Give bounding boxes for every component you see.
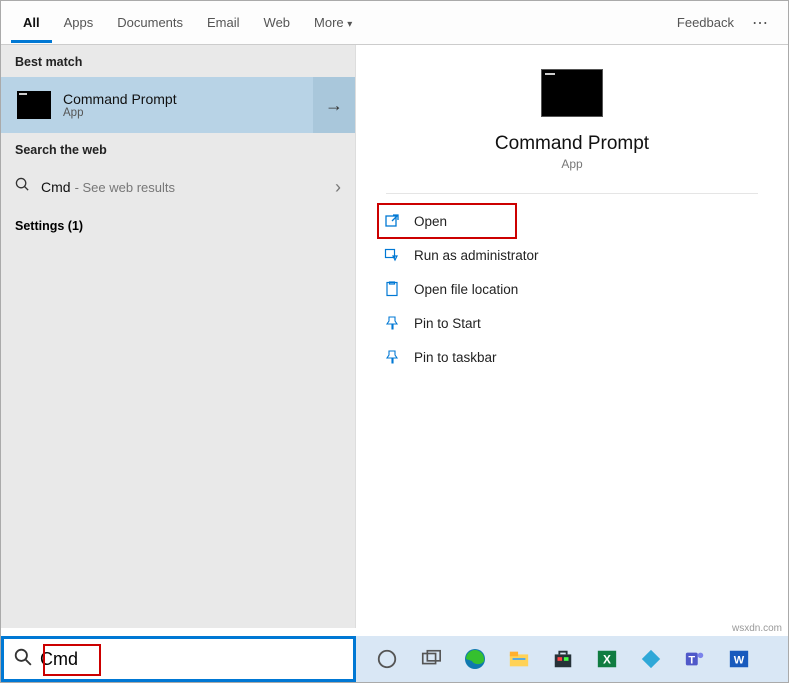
search-box[interactable]: [1, 636, 356, 682]
chevron-right-icon: ›: [335, 177, 341, 198]
search-icon: [14, 648, 32, 671]
action-open[interactable]: Open: [378, 204, 516, 238]
command-prompt-icon: [541, 69, 603, 117]
result-title: Command Prompt: [63, 91, 177, 107]
cortana-icon[interactable]: [374, 646, 400, 672]
svg-text:T: T: [688, 655, 695, 667]
preview-title: Command Prompt: [495, 133, 649, 155]
search-web-heading: Search the web: [1, 133, 355, 165]
taskbar: X T W: [356, 636, 788, 682]
web-hint-text: - See web results: [75, 180, 175, 195]
action-run-admin[interactable]: Run as administrator: [384, 238, 760, 272]
web-result-row[interactable]: Cmd - See web results ›: [1, 165, 355, 209]
result-subtitle: App: [63, 107, 177, 119]
edge-icon[interactable]: [462, 646, 488, 672]
web-query-text: Cmd: [41, 179, 71, 195]
admin-icon: [384, 247, 400, 263]
word-icon[interactable]: W: [726, 646, 752, 672]
action-label: Open: [414, 214, 447, 229]
svg-text:X: X: [603, 653, 611, 667]
action-label: Pin to taskbar: [414, 350, 497, 365]
teams-icon[interactable]: T: [682, 646, 708, 672]
chevron-down-icon: ▾: [347, 19, 352, 30]
tab-apps[interactable]: Apps: [52, 3, 106, 43]
task-view-icon[interactable]: [418, 646, 444, 672]
open-icon: [384, 213, 400, 229]
action-open-location[interactable]: Open file location: [384, 272, 760, 306]
pin-icon: [384, 315, 400, 331]
pin-icon: [384, 349, 400, 365]
action-label: Open file location: [414, 282, 518, 297]
overflow-menu-icon[interactable]: ⋯: [744, 13, 778, 33]
watermark: wsxdn.com: [732, 623, 782, 634]
preview-panel: Command Prompt App Open Run as administr…: [356, 45, 788, 628]
results-panel: Best match Command Prompt App → Search t…: [1, 45, 356, 628]
search-input[interactable]: [40, 644, 353, 674]
folder-icon: [384, 281, 400, 297]
store-icon[interactable]: [550, 646, 576, 672]
settings-heading[interactable]: Settings (1): [1, 209, 355, 243]
best-match-heading: Best match: [1, 45, 355, 77]
action-pin-taskbar[interactable]: Pin to taskbar: [384, 340, 760, 374]
feedback-link[interactable]: Feedback: [667, 15, 744, 30]
tab-all[interactable]: All: [11, 3, 52, 43]
tab-more[interactable]: More ▾: [302, 3, 364, 43]
action-pin-start[interactable]: Pin to Start: [384, 306, 760, 340]
excel-icon[interactable]: X: [594, 646, 620, 672]
preview-subtitle: App: [561, 157, 582, 171]
command-prompt-icon: [17, 91, 51, 119]
tab-web[interactable]: Web: [252, 3, 303, 43]
expand-arrow-icon[interactable]: →: [313, 77, 355, 133]
tab-documents[interactable]: Documents: [105, 3, 195, 43]
action-label: Run as administrator: [414, 248, 539, 263]
search-icon: [15, 177, 31, 197]
bottom-bar: X T W: [1, 636, 788, 682]
svg-text:W: W: [734, 655, 745, 667]
explorer-icon[interactable]: [506, 646, 532, 672]
search-scope-tabs: All Apps Documents Email Web More ▾ Feed…: [1, 1, 788, 45]
kodi-icon[interactable]: [638, 646, 664, 672]
tab-email[interactable]: Email: [195, 3, 252, 43]
best-match-result[interactable]: Command Prompt App →: [1, 77, 355, 133]
action-label: Pin to Start: [414, 316, 481, 331]
